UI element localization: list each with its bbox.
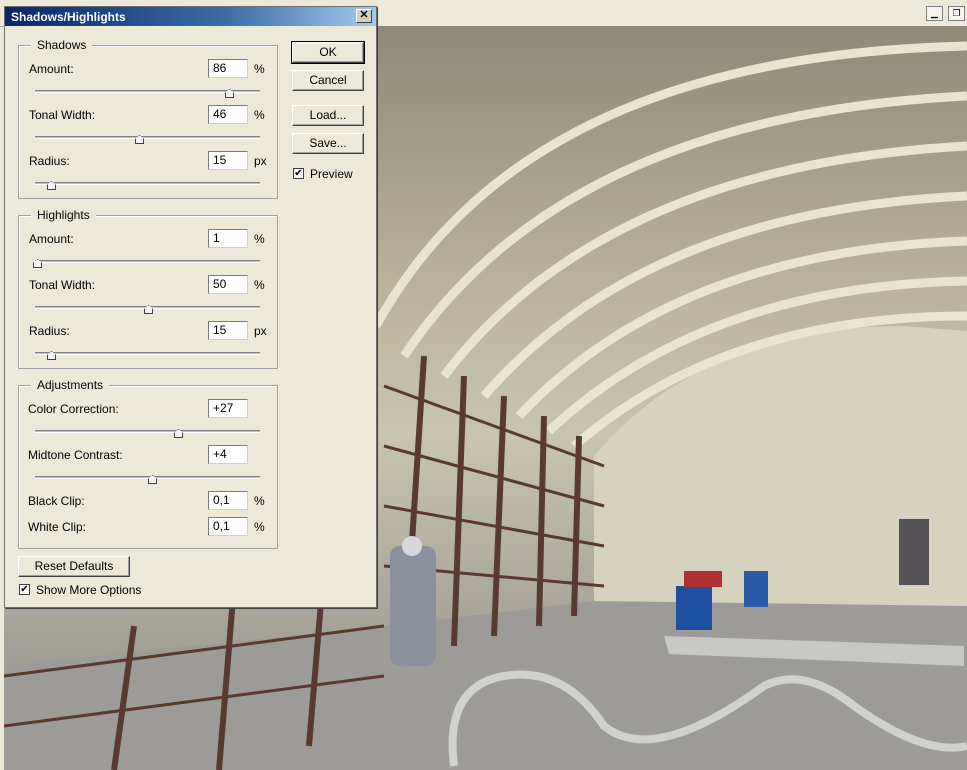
show-more-options-checkbox[interactable]: ✔ — [19, 584, 30, 595]
white-clip-label: White Clip: — [28, 520, 87, 534]
cancel-button[interactable]: Cancel — [292, 70, 364, 91]
shadows-tonal-width-slider[interactable] — [35, 136, 260, 139]
preview-label[interactable]: Preview — [310, 167, 353, 181]
midtone-contrast-label: Midtone Contrast: — [28, 448, 123, 462]
shadows-highlights-dialog: Shadows/Highlights ✕ Shadows Amount: 86 … — [4, 6, 377, 608]
highlights-tonal-width-label: Tonal Width: — [29, 278, 96, 292]
ok-button[interactable]: OK — [291, 41, 365, 64]
shadows-legend: Shadows — [31, 38, 93, 52]
highlights-amount-unit: % — [254, 232, 265, 246]
highlights-amount-label: Amount: — [29, 232, 74, 246]
shadows-tonal-width-label: Tonal Width: — [29, 108, 96, 122]
shadows-radius-input[interactable]: 15 — [208, 151, 248, 170]
highlights-group: Highlights Amount: 1 % Tonal Width: 50 %… — [18, 208, 278, 369]
reset-defaults-button[interactable]: Reset Defaults — [18, 556, 130, 577]
shadows-radius-unit: px — [254, 154, 267, 168]
adjustments-legend: Adjustments — [31, 378, 110, 392]
highlights-radius-unit: px — [254, 324, 267, 338]
black-clip-unit: % — [254, 494, 265, 508]
load-button[interactable]: Load... — [292, 105, 364, 126]
shadows-radius-slider[interactable] — [35, 182, 260, 185]
highlights-legend: Highlights — [31, 208, 96, 222]
shadows-tonal-width-input[interactable]: 46 — [208, 105, 248, 124]
highlights-radius-label: Radius: — [29, 324, 70, 338]
midtone-contrast-input[interactable]: +4 — [208, 445, 248, 464]
shadows-group: Shadows Amount: 86 % Tonal Width: 46 % R… — [18, 38, 278, 199]
show-more-options-label[interactable]: Show More Options — [36, 583, 141, 597]
shadows-amount-unit: % — [254, 62, 265, 76]
highlights-radius-slider[interactable] — [35, 352, 260, 355]
highlights-tonal-width-unit: % — [254, 278, 265, 292]
preview-checkbox[interactable]: ✔ — [293, 168, 304, 179]
color-correction-slider[interactable] — [35, 430, 260, 433]
shadows-amount-input[interactable]: 86 — [208, 59, 248, 78]
highlights-tonal-width-input[interactable]: 50 — [208, 275, 248, 294]
highlights-amount-slider[interactable] — [35, 260, 260, 263]
adjustments-group: Adjustments Color Correction: +27 Midton… — [18, 378, 278, 549]
shadows-radius-label: Radius: — [29, 154, 70, 168]
highlights-amount-input[interactable]: 1 — [208, 229, 248, 248]
black-clip-label: Black Clip: — [28, 494, 85, 508]
highlights-radius-input[interactable]: 15 — [208, 321, 248, 340]
minimize-button[interactable]: ▁ — [926, 6, 943, 21]
maximize-button[interactable]: ❐ — [948, 6, 965, 21]
color-correction-input[interactable]: +27 — [208, 399, 248, 418]
midtone-contrast-slider[interactable] — [35, 476, 260, 479]
dialog-titlebar[interactable]: Shadows/Highlights ✕ — [5, 7, 376, 26]
dialog-title: Shadows/Highlights — [11, 10, 126, 24]
color-correction-label: Color Correction: — [28, 402, 119, 416]
white-clip-input[interactable]: 0,1 — [208, 517, 248, 536]
shadows-amount-label: Amount: — [29, 62, 74, 76]
black-clip-input[interactable]: 0,1 — [208, 491, 248, 510]
close-icon[interactable]: ✕ — [356, 9, 372, 23]
shadows-tonal-width-unit: % — [254, 108, 265, 122]
white-clip-unit: % — [254, 520, 265, 534]
save-button[interactable]: Save... — [292, 133, 364, 154]
